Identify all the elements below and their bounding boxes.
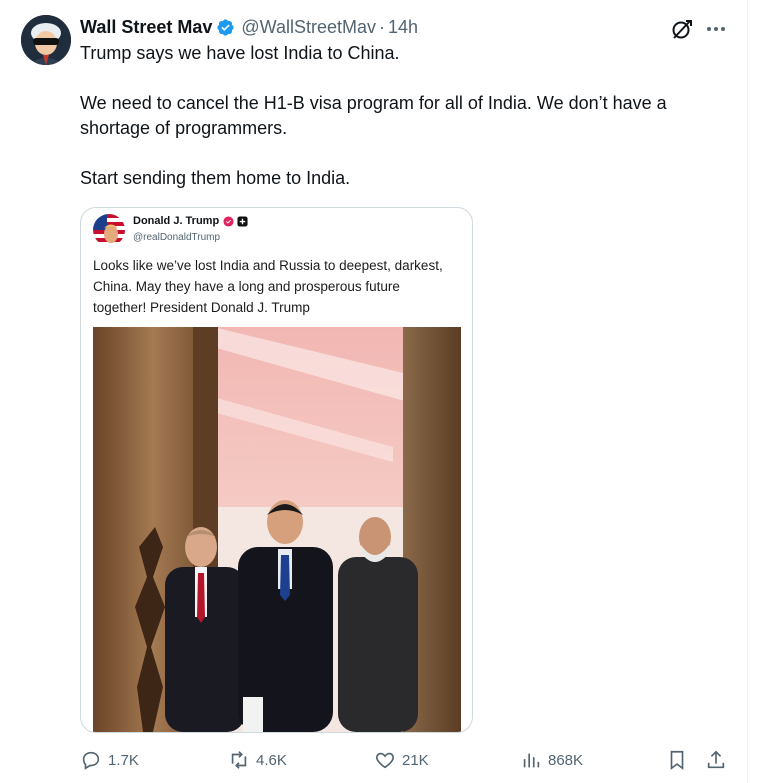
quoted-post-text: Looks like we’ve lost India and Russia t… xyxy=(93,258,443,315)
more-options-icon[interactable] xyxy=(704,17,728,41)
post-time[interactable]: 14h xyxy=(388,17,418,38)
quoted-post-card[interactable]: Donald J. Trump @realDonaldTrump Looks l… xyxy=(80,207,473,733)
share-button[interactable] xyxy=(705,740,727,780)
verified-badge-icon xyxy=(223,215,234,227)
like-count: 21K xyxy=(402,751,429,769)
bookmark-button[interactable] xyxy=(666,740,688,780)
separator-dot: · xyxy=(379,16,386,37)
quoted-author-avatar xyxy=(93,214,125,246)
timeline-border xyxy=(747,0,748,783)
grok-icon[interactable] xyxy=(670,17,694,41)
author-handle[interactable]: @WallStreetMav xyxy=(241,17,376,38)
quoted-post-photo[interactable] xyxy=(93,327,461,732)
verified-badge-icon xyxy=(217,18,234,36)
like-button[interactable]: 21K xyxy=(374,740,429,780)
post-paragraph: We need to cancel the H1-B visa program … xyxy=(80,93,667,138)
repost-icon xyxy=(231,751,247,769)
post-header: Wall Street Mav @WallStreetMav · 14h xyxy=(80,15,418,39)
repost-button[interactable]: 4.6K xyxy=(228,740,287,780)
reply-button[interactable]: 1.7K xyxy=(80,740,139,780)
quoted-author-name: Donald J. Trump xyxy=(133,215,220,227)
action-bar: 1.7K 4.6K 21K 868K xyxy=(0,740,761,780)
author-name[interactable]: Wall Street Mav xyxy=(80,17,212,38)
heart-icon xyxy=(376,752,394,769)
post-paragraph: Start sending them home to India. xyxy=(80,168,351,188)
view-count: 868K xyxy=(548,751,584,769)
quoted-author-handle: @realDonaldTrump xyxy=(133,232,221,243)
share-icon xyxy=(707,750,725,769)
reply-icon xyxy=(82,751,100,770)
bookmark-icon xyxy=(670,750,684,770)
quoted-author-line: Donald J. Trump xyxy=(133,215,248,227)
truth-social-badge-icon xyxy=(237,215,248,227)
post-text: Trump says we have lost India to China. … xyxy=(80,41,720,191)
reply-count: 1.7K xyxy=(108,751,139,769)
views-button[interactable]: 868K xyxy=(520,740,583,780)
views-chart-icon xyxy=(523,753,540,768)
post-paragraph: Trump says we have lost India to China. xyxy=(80,43,400,63)
author-avatar[interactable] xyxy=(21,15,71,65)
repost-count: 4.6K xyxy=(256,751,287,769)
